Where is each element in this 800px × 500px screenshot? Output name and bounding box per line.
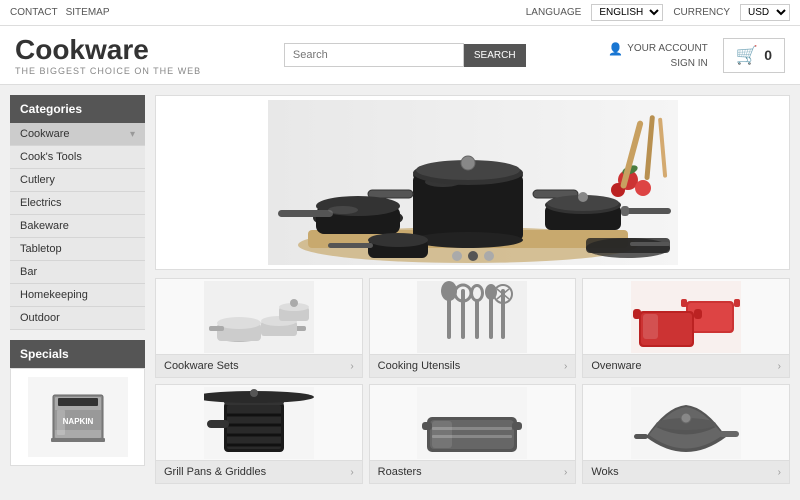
sidebar-item-cookware[interactable]: Cookware▾ xyxy=(10,123,145,146)
cart-icon: 🛒 xyxy=(736,45,758,66)
product-card-roasters[interactable]: Roasters › xyxy=(369,384,577,484)
product-label-cookware-sets: Cookware Sets › xyxy=(156,354,362,377)
carousel-dot-2[interactable] xyxy=(468,251,478,261)
product-image-ovenware xyxy=(583,279,789,354)
product-grid-row2: Grill Pans & Griddles › xyxy=(155,384,790,484)
search-input[interactable] xyxy=(284,43,464,67)
currency-select[interactable]: USD xyxy=(740,4,790,21)
sign-in-link[interactable]: SIGN IN xyxy=(608,58,708,69)
language-label: LANGUAGE xyxy=(526,7,582,18)
carousel-dot-3[interactable] xyxy=(484,251,494,261)
sidebar-item-bakeware[interactable]: Bakeware xyxy=(10,215,145,238)
product-image-roasters xyxy=(370,385,576,460)
arrow-icon: › xyxy=(350,361,353,372)
specials-product-image: NAPKIN xyxy=(28,377,128,457)
carousel-image xyxy=(268,100,678,265)
carousel-inner xyxy=(156,96,789,269)
product-label-cooking-utensils: Cooking Utensils › xyxy=(370,354,576,377)
arrow-icon: › xyxy=(778,467,781,478)
product-card-ovenware[interactable]: Ovenware › xyxy=(582,278,790,378)
product-card-grill-pans[interactable]: Grill Pans & Griddles › xyxy=(155,384,363,484)
product-label-roasters: Roasters › xyxy=(370,460,576,483)
logo-subtitle: THE BIGGEST CHOICE ON THE WEB xyxy=(15,66,201,76)
top-bar-settings: LANGUAGE ENGLISH CURRENCY USD xyxy=(526,4,790,21)
cart-area[interactable]: 🛒 0 xyxy=(723,38,785,73)
sidebar-item-homekeeping[interactable]: Homekeeping xyxy=(10,284,145,307)
product-image-woks xyxy=(583,385,789,460)
sidebar-item-outdoor[interactable]: Outdoor xyxy=(10,307,145,330)
arrow-icon: › xyxy=(564,361,567,372)
carousel-dots xyxy=(452,251,494,261)
search-button[interactable]: SEARCH xyxy=(464,44,526,67)
sidebar-item-tabletop[interactable]: Tabletop xyxy=(10,238,145,261)
specials-product[interactable]: NAPKIN xyxy=(10,368,145,466)
sidebar: Categories Cookware▾ Cook's Tools Cutler… xyxy=(10,95,145,490)
product-label-woks: Woks › xyxy=(583,460,789,483)
person-icon: 👤 xyxy=(608,42,623,56)
sidebar-item-cutlery[interactable]: Cutlery xyxy=(10,169,145,192)
product-image-grill-pans xyxy=(156,385,362,460)
product-image-cookware-sets xyxy=(156,279,362,354)
arrow-icon: › xyxy=(778,361,781,372)
your-account-link[interactable]: 👤 YOUR ACCOUNT xyxy=(608,42,708,56)
arrow-icon: › xyxy=(564,467,567,478)
language-select[interactable]: ENGLISH xyxy=(591,4,663,21)
currency-label: CURRENCY xyxy=(673,7,730,18)
product-card-cooking-utensils[interactable]: Cooking Utensils › xyxy=(369,278,577,378)
categories-title: Categories xyxy=(10,95,145,123)
logo-title: Cookware xyxy=(15,34,201,66)
sidebar-item-electrics[interactable]: Electrics xyxy=(10,192,145,215)
product-image-cooking-utensils xyxy=(370,279,576,354)
arrow-icon: › xyxy=(350,467,353,478)
logo-area: Cookware THE BIGGEST CHOICE ON THE WEB xyxy=(15,34,201,76)
sidebar-item-cookstools[interactable]: Cook's Tools xyxy=(10,146,145,169)
main-content: Cookware Sets › xyxy=(155,95,790,490)
top-bar: CONTACT SITEMAP LANGUAGE ENGLISH CURRENC… xyxy=(0,0,800,26)
header-right: 👤 YOUR ACCOUNT SIGN IN 🛒 0 xyxy=(608,38,785,73)
sidebar-item-bar[interactable]: Bar xyxy=(10,261,145,284)
sitemap-link[interactable]: SITEMAP xyxy=(66,7,110,18)
product-label-grill-pans: Grill Pans & Griddles › xyxy=(156,460,362,483)
product-grid-row1: Cookware Sets › xyxy=(155,278,790,378)
arrow-icon: ▾ xyxy=(130,129,135,140)
product-label-ovenware: Ovenware › xyxy=(583,354,789,377)
svg-text:NAPKIN: NAPKIN xyxy=(62,417,93,426)
specials-title: Specials xyxy=(10,340,145,368)
product-card-woks[interactable]: Woks › xyxy=(582,384,790,484)
top-bar-nav: CONTACT SITEMAP xyxy=(10,7,110,18)
search-area: SEARCH xyxy=(284,43,526,67)
header: Cookware THE BIGGEST CHOICE ON THE WEB S… xyxy=(0,26,800,85)
carousel-dot-1[interactable] xyxy=(452,251,462,261)
product-card-cookware-sets[interactable]: Cookware Sets › xyxy=(155,278,363,378)
contact-link[interactable]: CONTACT xyxy=(10,7,58,18)
main-container: Categories Cookware▾ Cook's Tools Cutler… xyxy=(0,85,800,500)
carousel xyxy=(155,95,790,270)
account-links: 👤 YOUR ACCOUNT SIGN IN xyxy=(608,42,708,69)
cart-count: 0 xyxy=(764,47,772,63)
